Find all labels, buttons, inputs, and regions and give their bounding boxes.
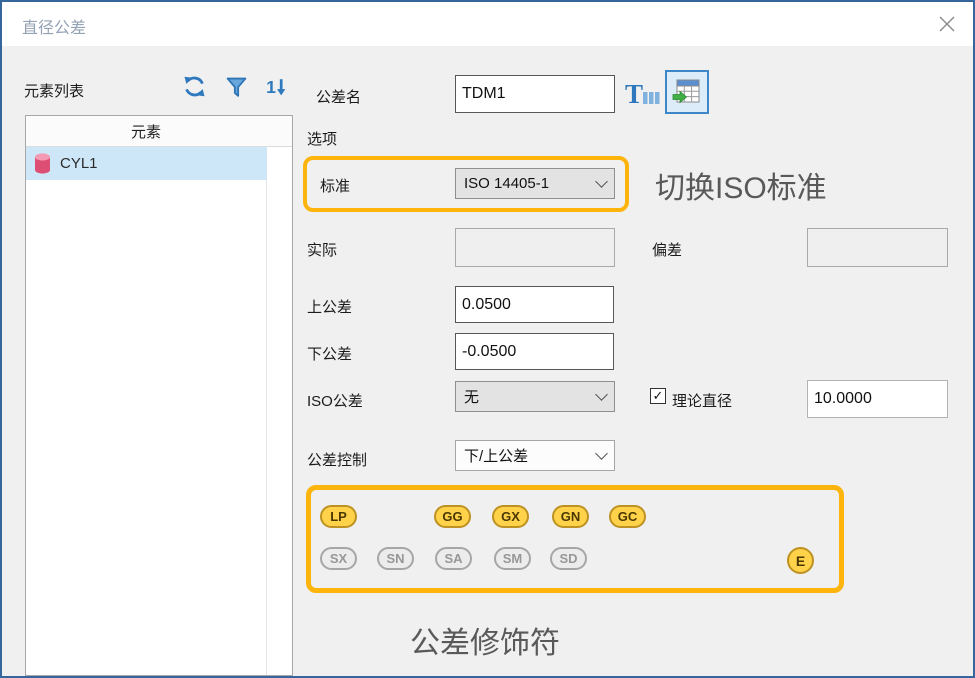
upper-tolerance-input[interactable] — [455, 286, 614, 323]
modifier-envelope-button[interactable]: E — [787, 547, 814, 574]
tolerance-name-input[interactable] — [455, 75, 615, 113]
theoretical-diameter-label: 理论直径 — [672, 390, 732, 411]
element-list-label: 元素列表 — [24, 80, 84, 101]
modifier-sm-button[interactable]: SM — [494, 547, 531, 570]
lower-tolerance-input[interactable] — [455, 333, 614, 370]
modifier-sx-button[interactable]: SX — [320, 547, 357, 570]
modifier-gn-button[interactable]: GN — [552, 505, 589, 528]
close-icon[interactable] — [935, 12, 959, 36]
iso-tolerance-label: ISO公差 — [307, 390, 363, 411]
standard-annotation: 切换ISO标准 — [655, 163, 827, 207]
tolerance-control-value: 下/上公差 — [464, 445, 597, 466]
modifier-gg-button[interactable]: GG — [434, 505, 471, 528]
modifiers-highlight-box — [306, 485, 844, 593]
filter-icon[interactable] — [226, 77, 247, 103]
upper-tolerance-label: 上公差 — [307, 296, 352, 317]
tolerance-control-select[interactable]: 下/上公差 — [455, 440, 615, 471]
title-bar: 直径公差 — [2, 2, 973, 46]
standard-label: 标准 — [320, 175, 350, 196]
element-column-header: 元素 — [26, 116, 267, 147]
deviation-input — [807, 228, 948, 267]
chevron-down-icon — [595, 388, 608, 401]
checkmark-icon: ✓ — [653, 388, 664, 404]
iso-tolerance-value: 无 — [464, 386, 597, 407]
theoretical-diameter-checkbox[interactable]: ✓ — [650, 388, 666, 404]
svg-text:T: T — [625, 79, 643, 109]
standard-value: ISO 14405-1 — [464, 175, 597, 192]
send-to-table-button[interactable] — [665, 70, 709, 114]
rename-columns-icon[interactable]: T — [624, 78, 660, 110]
modifier-lp-button[interactable]: LP — [320, 505, 357, 528]
svg-text:1: 1 — [266, 77, 276, 97]
element-list: 元素 CYL1 — [25, 115, 293, 676]
actual-input — [455, 228, 615, 267]
modifier-gc-button[interactable]: GC — [609, 505, 646, 528]
iso-tolerance-select[interactable]: 无 — [455, 381, 615, 412]
theoretical-diameter-input[interactable] — [807, 380, 948, 418]
options-label: 选项 — [307, 128, 337, 149]
modifier-sn-button[interactable]: SN — [377, 547, 414, 570]
deviation-label: 偏差 — [652, 239, 682, 260]
chevron-down-icon — [595, 447, 608, 460]
actual-label: 实际 — [307, 239, 337, 260]
column-divider — [266, 146, 267, 675]
tolerance-control-label: 公差控制 — [307, 449, 367, 470]
modifier-sa-button[interactable]: SA — [435, 547, 472, 570]
sort-icon[interactable]: 1 — [264, 74, 289, 104]
diameter-tolerance-dialog: 直径公差 元素列表 1 元素 — [0, 0, 975, 678]
refresh-icon[interactable] — [182, 74, 207, 104]
modifiers-annotation: 公差修饰符 — [410, 618, 560, 662]
standard-select[interactable]: ISO 14405-1 — [455, 168, 615, 199]
tolerance-name-label: 公差名 — [316, 86, 361, 107]
list-item[interactable]: CYL1 — [26, 147, 267, 180]
element-column-extra — [266, 116, 292, 147]
cylinder-icon — [33, 151, 52, 176]
dialog-title: 直径公差 — [22, 14, 86, 38]
chevron-down-icon — [595, 175, 608, 188]
modifier-sd-button[interactable]: SD — [550, 547, 587, 570]
element-name: CYL1 — [60, 155, 98, 172]
lower-tolerance-label: 下公差 — [307, 343, 352, 364]
modifier-gx-button[interactable]: GX — [492, 505, 529, 528]
